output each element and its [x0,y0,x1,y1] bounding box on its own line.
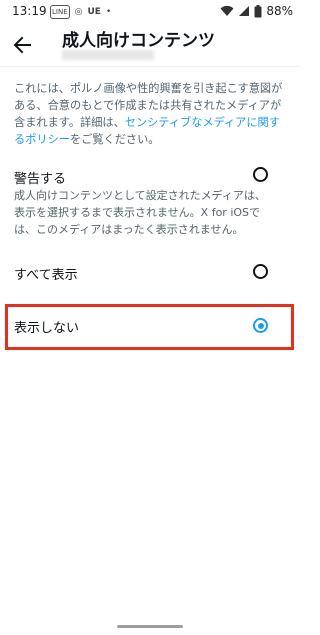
header-divider [0,66,301,67]
gesture-nav-bar[interactable] [117,625,183,628]
option-show-all[interactable]: すべて表示 [0,256,301,292]
instagram-icon: ◎ [74,7,83,17]
wifi-icon [220,5,234,16]
description-tail: をご覧ください。 [69,133,160,146]
ue-app-icon: UE [87,7,101,17]
line-app-icon: LINE [50,5,70,19]
option-show-all-label: すべて表示 [14,268,78,283]
option-warn[interactable]: 警告する 成人向けコンテンツとして設定されたメディアは、表示を選択するまで表示さ… [0,160,301,240]
notification-icons: LINE ◎ UE • [50,5,111,19]
account-handle-redacted [62,50,154,60]
option-warn-radio[interactable] [253,167,268,182]
back-button[interactable] [10,32,36,58]
option-show-all-radio[interactable] [253,264,268,279]
description-text: これには、ポルノ画像や性的興奮を引き起こす意図がある、合意のもとで作成または共有… [14,80,289,148]
battery-percent: 88% [266,4,293,18]
status-time: 13:19 [12,4,47,18]
battery-icon [254,4,262,17]
more-notifications-icon: • [105,7,112,17]
option-hide-label: 表示しない [14,321,80,336]
status-bar: 13:19 LINE ◎ UE • 88% [0,0,301,24]
status-right: 88% [220,4,293,18]
option-warn-help: 成人向けコンテンツとして設定されたメディアは、表示を選択するまで表示されません。… [14,189,266,236]
option-hide-radio[interactable] [253,318,268,333]
option-warn-label: 警告する [14,172,67,187]
arrow-left-icon [13,36,31,54]
signal-icon [239,6,250,16]
option-hide[interactable]: 表示しない [0,308,301,346]
page-title: 成人向けコンテンツ [62,31,215,51]
app-bar: 成人向けコンテンツ [0,24,301,66]
